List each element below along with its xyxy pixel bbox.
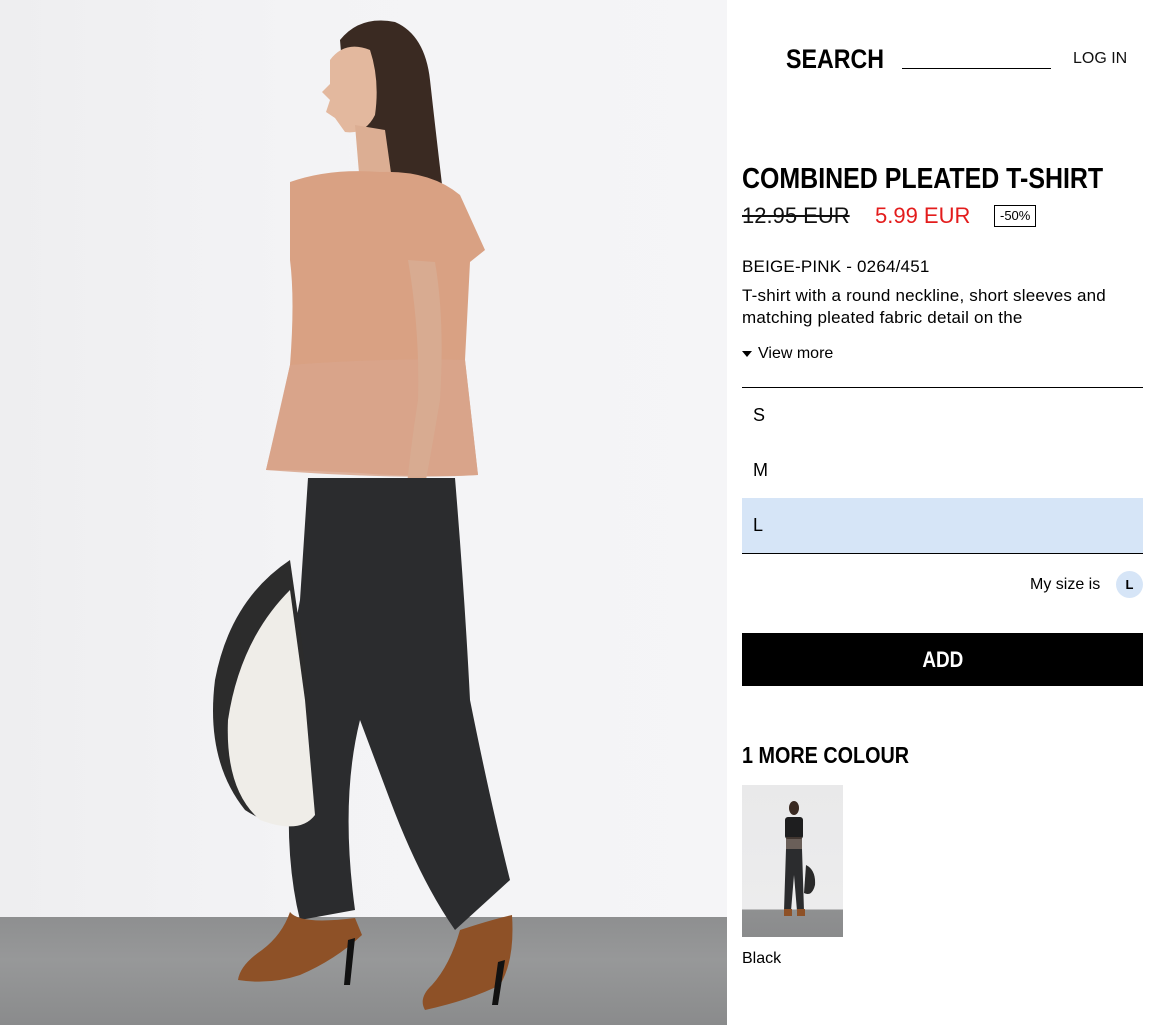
colour-reference: BEIGE-PINK - 0264/451 — [742, 257, 930, 276]
my-size-label: My size is — [1030, 576, 1101, 593]
colour-name-black[interactable]: Black — [742, 950, 781, 968]
size-option-m[interactable]: M — [742, 443, 1143, 498]
thumbnail-model — [784, 801, 816, 916]
more-colours-heading: 1 MORE COLOUR — [742, 742, 910, 768]
product-image[interactable] — [0, 0, 727, 1025]
search-input[interactable] — [902, 68, 1051, 69]
size-option-s[interactable]: S — [742, 388, 1143, 443]
caret-down-icon — [742, 351, 752, 357]
add-to-cart-button[interactable]: ADD — [742, 633, 1143, 686]
product-description: T-shirt with a round neckline, short sle… — [742, 286, 1106, 327]
search-label[interactable]: SEARCH — [786, 44, 884, 75]
my-size-badge[interactable]: L — [1116, 571, 1143, 598]
sale-price: 5.99 EUR — [875, 203, 971, 228]
discount-badge: -50% — [994, 205, 1037, 227]
size-option-l[interactable]: L — [742, 498, 1143, 553]
login-link[interactable]: LOG IN — [1073, 50, 1127, 68]
view-more-link[interactable]: View more — [742, 345, 833, 363]
add-button-label: ADD — [921, 646, 963, 672]
original-price: 12.95 EUR — [742, 203, 850, 228]
product-title: COMBINED PLEATED T-SHIRT — [742, 163, 1104, 195]
model-illustration — [213, 20, 513, 1010]
view-more-label: View more — [758, 345, 834, 362]
size-selector: S M L — [742, 387, 1143, 554]
colour-thumbnail-black[interactable] — [742, 785, 843, 937]
